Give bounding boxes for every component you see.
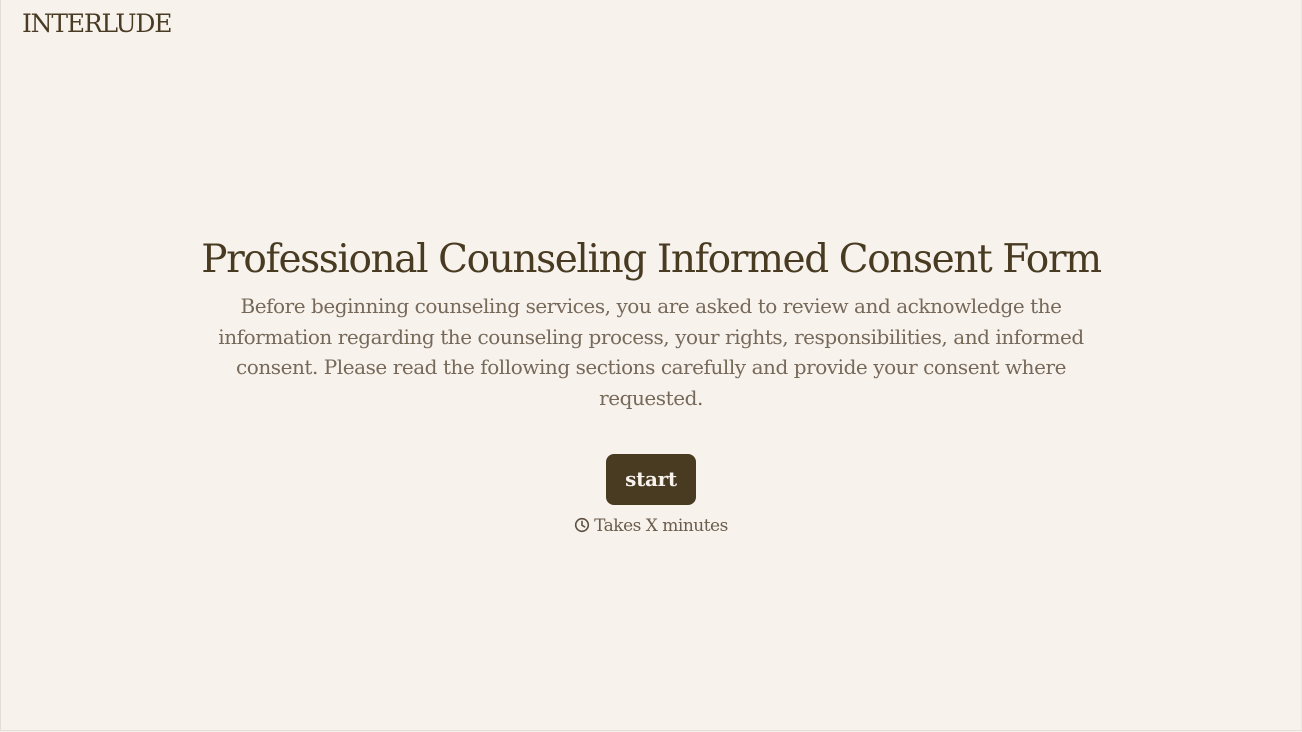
- page-title: Professional Counseling Informed Consent…: [201, 237, 1102, 282]
- clock-icon: [574, 517, 590, 533]
- brand-logo[interactable]: INTERLUDE: [22, 8, 172, 40]
- start-button[interactable]: start: [606, 454, 696, 505]
- time-estimate: Takes X minutes: [0, 514, 1302, 538]
- time-estimate-label: Takes X minutes: [594, 516, 728, 536]
- form-description: Before beginning counseling services, yo…: [218, 294, 1084, 410]
- welcome-screen: Professional Counseling Informed Consent…: [0, 236, 1302, 538]
